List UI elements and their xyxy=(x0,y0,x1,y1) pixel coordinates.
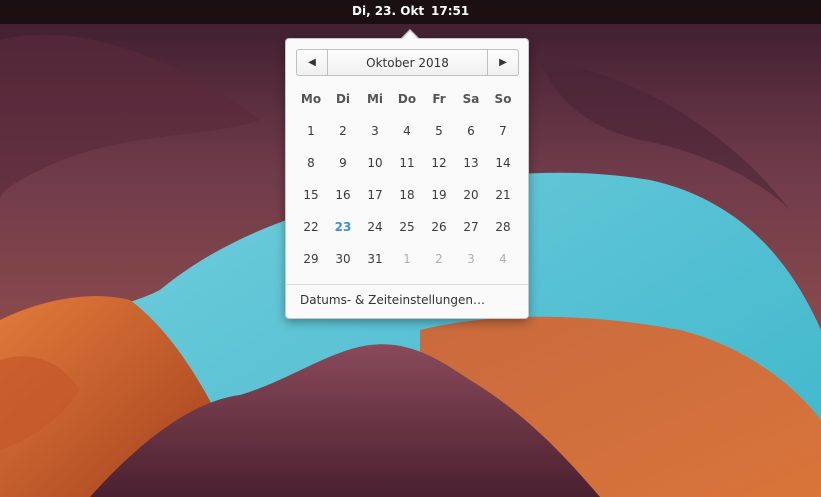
weekday-header: Sa xyxy=(462,92,480,106)
calendar-day[interactable]: 24 xyxy=(359,211,391,243)
popover-arrow xyxy=(402,31,418,39)
calendar-day[interactable]: 28 xyxy=(487,211,519,243)
calendar-day[interactable]: 6 xyxy=(455,115,487,147)
calendar-day[interactable]: 8 xyxy=(295,147,327,179)
calendar-day[interactable]: 13 xyxy=(455,147,487,179)
weekday-header: Do xyxy=(397,92,417,106)
popover-separator xyxy=(286,284,528,285)
calendar-day[interactable]: 2 xyxy=(327,115,359,147)
calendar-grid: Mo Di Mi Do Fr Sa So 1 2 3 4 5 6 7 8 9 1… xyxy=(295,83,519,275)
calendar-day-today[interactable]: 23 xyxy=(327,211,359,243)
calendar-day[interactable]: 25 xyxy=(391,211,423,243)
calendar-day-next-month[interactable]: 3 xyxy=(455,243,487,275)
calendar-day[interactable]: 4 xyxy=(391,115,423,147)
calendar-day-next-month[interactable]: 2 xyxy=(423,243,455,275)
calendar-day[interactable]: 31 xyxy=(359,243,391,275)
calendar-day[interactable]: 27 xyxy=(455,211,487,243)
calendar-day[interactable]: 29 xyxy=(295,243,327,275)
calendar-day[interactable]: 17 xyxy=(359,179,391,211)
calendar-day[interactable]: 16 xyxy=(327,179,359,211)
calendar-day-next-month[interactable]: 1 xyxy=(391,243,423,275)
weekday-header: Mi xyxy=(366,92,384,106)
chevron-right-icon: ▶ xyxy=(499,57,507,68)
calendar-day[interactable]: 21 xyxy=(487,179,519,211)
prev-month-button[interactable]: ◀ xyxy=(297,50,328,75)
month-switcher: ◀ Oktober 2018 ▶ xyxy=(296,49,519,76)
calendar-day[interactable]: 3 xyxy=(359,115,391,147)
date-time-settings-link[interactable]: Datums- & Zeiteinstellungen… xyxy=(300,293,485,307)
calendar-day[interactable]: 22 xyxy=(295,211,327,243)
calendar-day[interactable]: 30 xyxy=(327,243,359,275)
clock-time[interactable]: 17:51 xyxy=(431,4,469,18)
top-bar: Di, 23. Okt 17:51 xyxy=(0,0,821,24)
month-label: Oktober 2018 xyxy=(366,55,449,70)
calendar-day[interactable]: 11 xyxy=(391,147,423,179)
calendar-day[interactable]: 12 xyxy=(423,147,455,179)
calendar-day[interactable]: 9 xyxy=(327,147,359,179)
calendar-day[interactable]: 10 xyxy=(359,147,391,179)
calendar-day[interactable]: 26 xyxy=(423,211,455,243)
weekday-header: Di xyxy=(335,92,351,106)
calendar-day[interactable]: 14 xyxy=(487,147,519,179)
weekday-header: Fr xyxy=(432,92,446,106)
calendar-day[interactable]: 5 xyxy=(423,115,455,147)
calendar-popover: ◀ Oktober 2018 ▶ Mo Di Mi Do Fr Sa So 1 … xyxy=(285,38,529,319)
weekday-header: Mo xyxy=(300,92,322,106)
calendar-day-next-month[interactable]: 4 xyxy=(487,243,519,275)
next-month-button[interactable]: ▶ xyxy=(487,50,518,75)
clock-date[interactable]: Di, 23. Okt xyxy=(352,4,424,18)
chevron-left-icon: ◀ xyxy=(308,57,316,68)
weekday-header: So xyxy=(494,92,512,106)
calendar-day[interactable]: 1 xyxy=(295,115,327,147)
calendar-day[interactable]: 18 xyxy=(391,179,423,211)
calendar-day[interactable]: 7 xyxy=(487,115,519,147)
calendar-day[interactable]: 20 xyxy=(455,179,487,211)
calendar-day[interactable]: 19 xyxy=(423,179,455,211)
calendar-day[interactable]: 15 xyxy=(295,179,327,211)
